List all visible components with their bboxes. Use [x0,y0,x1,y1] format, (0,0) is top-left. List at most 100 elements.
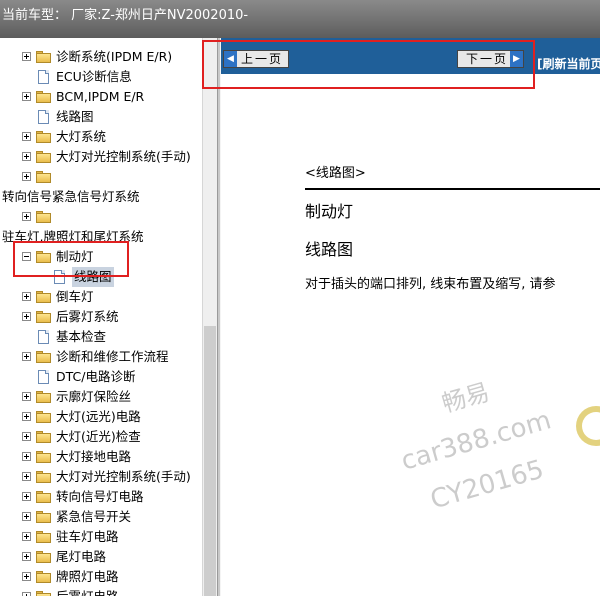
document-icon [38,370,49,384]
tree-item-label: 紧急信号开关 [56,509,132,524]
expand-plus-icon[interactable] [22,392,31,401]
prev-page-button[interactable]: ◀ 上一页 [223,50,289,68]
vehicle-model-label: 当前车型： 厂家:Z-郑州日产NV2002010- [2,8,249,23]
expand-plus-icon[interactable] [22,592,31,596]
expand-plus-icon[interactable] [22,132,31,141]
tree-item-label: BCM,IPDM E/R [56,89,145,104]
tree-item[interactable] [0,167,202,187]
folder-icon [36,351,52,363]
folder-icon [36,431,52,443]
heading-divider [305,188,600,190]
expand-plus-icon[interactable] [22,552,31,561]
tree-item[interactable]: ECU诊断信息 [0,67,202,87]
folder-icon [36,151,52,163]
folder-icon [36,91,52,103]
expand-plus-icon[interactable] [22,212,31,221]
tree-item[interactable]: 诊断和维修工作流程 [0,347,202,367]
expand-plus-icon[interactable] [22,472,31,481]
tree-item-label: 驻车灯,牌照灯和尾灯系统 [2,229,144,244]
tree-item-label: 制动灯 [56,249,94,264]
expand-plus-icon[interactable] [22,492,31,501]
tree-item-label: 大灯对光控制系统(手动) [56,469,191,484]
tree-item[interactable]: 后雾灯电路 [0,587,202,596]
folder-icon [36,591,52,596]
expand-plus-icon[interactable] [22,512,31,521]
tree-item[interactable]: 大灯对光控制系统(手动) [0,467,202,487]
tree-item[interactable]: 示廓灯保险丝 [0,387,202,407]
tree-item-label: 线路图 [56,109,94,124]
tree-item[interactable]: 转向信号紧急信号灯系统 [0,187,202,207]
tree-item[interactable]: 牌照灯电路 [0,567,202,587]
refresh-page-link[interactable]: [刷新当前页 [537,55,600,72]
expand-plus-icon[interactable] [22,292,31,301]
tree-item-label: 大灯接地电路 [56,449,132,464]
tree-item[interactable]: 紧急信号开关 [0,507,202,527]
expand-plus-icon[interactable] [22,412,31,421]
tree-item[interactable]: 大灯(远光)电路 [0,407,202,427]
tree-item[interactable]: DTC/电路诊断 [0,367,202,387]
tree-item-label-selected: 线路图 [72,267,114,287]
tree-item-label: 牌照灯电路 [56,569,119,584]
tree-item[interactable]: 大灯系统 [0,127,202,147]
expand-plus-icon[interactable] [22,452,31,461]
expand-plus-icon[interactable] [22,432,31,441]
tree-item-label: 尾灯电路 [56,549,107,564]
tree-item[interactable]: 基本检查 [0,327,202,347]
tree-item[interactable]: 线路图 [0,107,202,127]
collapse-minus-icon[interactable] [22,252,31,261]
navigation-tree[interactable]: 诊断系统(IPDM E/R) ECU诊断信息 BCM,IPDM E/R 线路图 大灯系统… [0,38,202,596]
tree-item-label: DTC/电路诊断 [56,369,136,384]
tree-item[interactable]: 大灯接地电路 [0,447,202,467]
next-page-label: 下一页 [466,52,509,66]
tree-item[interactable]: 转向信号灯电路 [0,487,202,507]
document-title: 制动灯 [305,202,354,221]
tree-item-label: 转向信号紧急信号灯系统 [2,189,140,204]
folder-icon [36,531,52,543]
tree-item[interactable]: 大灯对光控制系统(手动) [0,147,202,167]
tree-item-label: 后雾灯电路 [56,587,119,596]
tree-item-label: 诊断和维修工作流程 [56,349,169,364]
tree-item[interactable]: BCM,IPDM E/R [0,87,202,107]
document-icon [38,110,49,124]
tree-item[interactable] [0,207,202,227]
tree-item[interactable]: 大灯(近光)检查 [0,427,202,447]
expand-plus-icon[interactable] [22,312,31,321]
folder-icon [36,451,52,463]
tree-item[interactable]: 驻车灯,牌照灯和尾灯系统 [0,227,202,247]
tree-item-label: 示廓灯保险丝 [56,389,132,404]
expand-plus-icon[interactable] [22,52,31,61]
expand-plus-icon[interactable] [22,172,31,181]
watermark-logo-icon [576,406,600,446]
folder-icon [36,311,52,323]
tree-item[interactable]: 尾灯电路 [0,547,202,567]
expand-plus-icon[interactable] [22,152,31,161]
prev-page-label: 上一页 [241,52,284,66]
tree-item-label: 基本检查 [56,329,107,344]
tree-item-label: 诊断系统(IPDM E/R) [56,49,173,64]
expand-plus-icon[interactable] [22,532,31,541]
expand-plus-icon[interactable] [22,92,31,101]
folder-icon [36,391,52,403]
folder-icon [36,571,52,583]
folder-icon [36,551,52,563]
tree-item-label: 大灯(近光)检查 [56,429,141,444]
folder-icon [36,471,52,483]
expand-plus-icon[interactable] [22,572,31,581]
tree-item[interactable]: 线路图 [0,267,202,287]
folder-open-icon [36,251,52,263]
tree-item-label: 大灯对光控制系统(手动) [56,149,191,164]
arrow-left-icon: ◀ [224,51,237,67]
next-page-button[interactable]: 下一页 ▶ [457,50,524,68]
scrollbar-thumb[interactable] [204,326,216,596]
tree-item[interactable]: 后雾灯系统 [0,307,202,327]
arrow-right-icon: ▶ [510,51,523,67]
expand-plus-icon[interactable] [22,352,31,361]
tree-item[interactable]: 驻车灯电路 [0,527,202,547]
watermark-brand: 畅易 [438,377,493,418]
tree-item-label: 后雾灯系统 [56,309,119,324]
tree-item[interactable]: 诊断系统(IPDM E/R) [0,47,202,67]
folder-icon [36,291,52,303]
tree-item[interactable]: 倒车灯 [0,287,202,307]
tree-scrollbar[interactable] [202,38,217,596]
tree-item[interactable]: 制动灯 [0,247,202,267]
